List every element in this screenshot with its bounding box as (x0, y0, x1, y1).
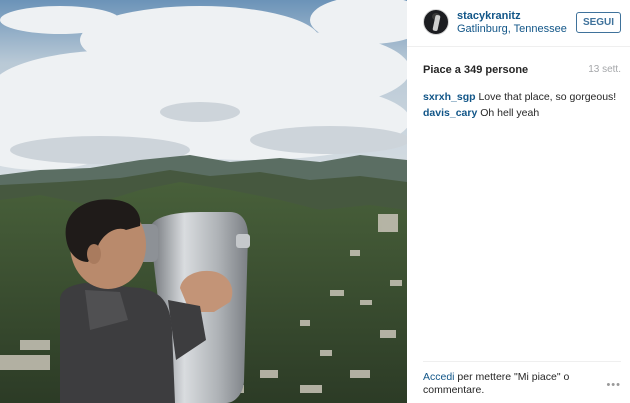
comments-list: sxrxh_sgp Love that place, so gorgeous! … (423, 89, 623, 121)
comment-item: sxrxh_sgp Love that place, so gorgeous! (423, 89, 623, 105)
login-link[interactable]: Accedi (423, 371, 455, 383)
post-location[interactable]: Gatlinburg, Tennessee (457, 23, 567, 35)
likes-count[interactable]: Piace a 349 persone (423, 64, 528, 76)
post-photo[interactable] (0, 0, 407, 403)
avatar[interactable] (423, 9, 449, 35)
comment-item: davis_cary Oh hell yeah (423, 105, 623, 121)
login-prompt: Accedi per mettere "Mi piace" o commenta… (423, 371, 583, 397)
follow-button[interactable]: SEGUI (576, 12, 621, 33)
post-timestamp[interactable]: 13 sett. (588, 64, 621, 75)
post-header: stacykranitz Gatlinburg, Tennessee SEGUI (407, 0, 630, 47)
comment-username[interactable]: sxrxh_sgp (423, 91, 476, 103)
post-footer: Accedi per mettere "Mi piace" o commenta… (423, 361, 621, 403)
comment-username[interactable]: davis_cary (423, 107, 477, 119)
author-username[interactable]: stacykranitz (457, 10, 521, 22)
ellipsis-icon[interactable]: ••• (606, 379, 621, 391)
comment-text: Love that place, so gorgeous! (478, 91, 617, 103)
post-panel: stacykranitz Gatlinburg, Tennessee SEGUI… (407, 0, 630, 403)
likes-row: Piace a 349 persone 13 sett. (423, 64, 621, 78)
comment-text: Oh hell yeah (480, 107, 540, 119)
photo-image (0, 0, 407, 403)
